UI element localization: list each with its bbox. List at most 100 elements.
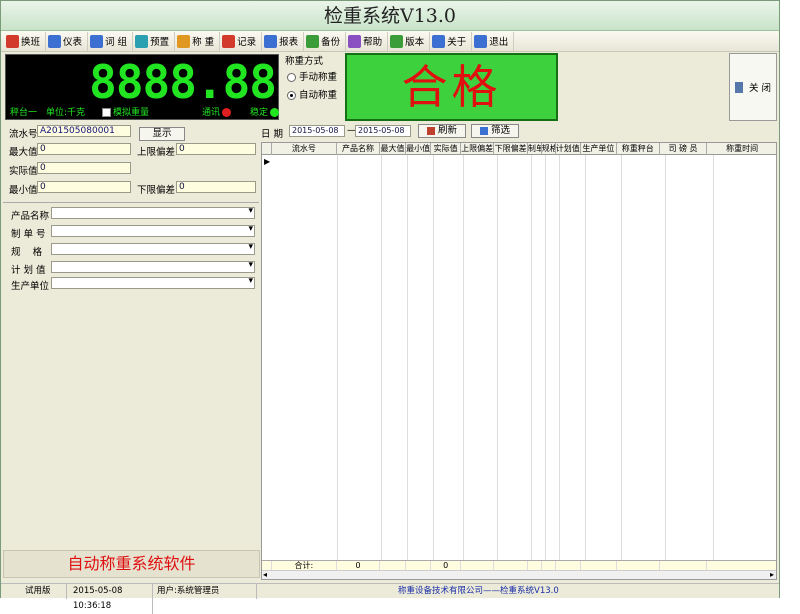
order-select[interactable] [51,224,255,237]
min-field[interactable]: 0 [37,181,131,193]
column-header[interactable]: 称重秤台 [617,143,660,155]
upper-dev-label: 上限偏差 [137,147,176,158]
column-header[interactable]: 产品名称 [337,143,381,155]
date-from-field[interactable]: 2015-05-08 [289,125,345,137]
plan-label: 计 划 值 [11,265,46,276]
date-label: 日 期 [261,129,284,140]
records-grid[interactable]: 流水号产品名称最大值最小值实际值上限偏差下限偏差制单号规格计划值生产单位称重秤台… [261,142,777,580]
about-icon [432,34,446,48]
plan-select[interactable] [51,260,255,273]
manual-weigh-radio[interactable]: 手动称重 [287,69,337,83]
column-header[interactable]: 最大值 [380,143,406,155]
toolbar-button-7[interactable]: 备份 [304,31,347,51]
toolbar-button-2[interactable]: 词 组 [88,31,134,51]
window-title: 检重系统V13.0 [1,1,779,31]
toolbar-button-4[interactable]: 称 重 [175,31,221,51]
show-button[interactable]: 显示 [139,127,185,141]
comm-indicator: 通讯 [202,107,232,120]
record-icon [222,34,236,48]
toolbar-button-5[interactable]: 记录 [220,31,263,51]
max-field[interactable]: 0 [37,143,131,155]
lower-dev-field[interactable]: 0 [176,181,256,193]
weight-value: 8888.88 [89,55,277,109]
toolbar-label: 仪表 [63,37,83,48]
toolbar-button-1[interactable]: 仪表 [46,31,89,51]
toolbar-button-3[interactable]: 预置 [133,31,176,51]
comm-led-icon [222,108,232,117]
stable-indicator: 稳定 [250,107,280,120]
actual-label: 实际值 [9,166,38,177]
toolbar-button-11[interactable]: 退出 [472,31,515,51]
toolbar-label: 帮助 [363,37,383,48]
actual-field[interactable]: 0 [37,162,131,174]
grid-column-line [381,155,382,560]
close-button[interactable]: 关 闭 [729,53,777,121]
refresh-label: 刷新 [437,125,457,136]
records-panel: 日 期 2015-05-08 — 2015-05-08 刷新 筛选 流水号 产品名… [261,122,779,582]
scroll-right-icon[interactable]: ▸ [770,570,774,579]
backup-icon [306,34,320,48]
auto-weigh-radio[interactable]: 自动称重 [287,87,337,101]
horizontal-scrollbar[interactable]: ◂ ▸ [262,570,776,579]
toolbar-label: 退出 [489,37,509,48]
column-header[interactable]: 下限偏差 [494,143,528,155]
refresh-icon [426,126,435,135]
spec-label: 规 格 [11,247,43,258]
weigh-mode-title: 称重方式 [285,56,324,67]
toolbar-button-6[interactable]: 报表 [262,31,305,51]
refresh-button[interactable]: 刷新 [418,124,466,138]
filter-button[interactable]: 筛选 [471,124,519,138]
toolbar-button-0[interactable]: 换班 [4,31,47,51]
column-header[interactable]: 规格 [542,143,556,155]
grid-column-line [665,155,666,560]
column-header[interactable]: 实际值 [431,143,461,155]
toolbar-label: 记录 [237,37,257,48]
column-header[interactable]: 计划值 [556,143,582,155]
simulate-checkbox[interactable]: 模拟重量 [102,107,149,120]
report-icon [264,34,278,48]
toolbar-label: 预置 [150,37,170,48]
toolbar-button-10[interactable]: 关于 [430,31,473,51]
version-icon [390,34,404,48]
platform-label: 秤台一 [10,108,38,118]
grid-header: 流水号产品名称最大值最小值实际值上限偏差下限偏差制单号规格计划值生产单位称重秤台… [262,143,776,155]
toolbar: 换班 仪表 词 组 预置 称 重 记录 报表 备份 帮助 版本 关于 退出 [1,31,779,52]
column-header[interactable]: 流水号 [272,143,337,155]
column-header[interactable]: 司 磅 员 [660,143,708,155]
upper-dev-field[interactable]: 0 [176,143,256,155]
manual-weigh-label: 手动称重 [299,72,338,83]
divider [3,202,259,203]
prod-unit-select[interactable] [51,276,255,289]
auto-weigh-label: 自动称重 [299,90,338,101]
grid-column-line [407,155,408,560]
grid-column-line [497,155,498,560]
product-select[interactable] [51,206,255,219]
serial-field[interactable]: A201505080001 [37,125,131,137]
product-label: 产品名称 [11,211,50,222]
toolbar-button-8[interactable]: 帮助 [346,31,389,51]
weigh-mode-group: 称重方式 手动称重 自动称重 [283,53,343,119]
edit-icon [90,34,104,48]
column-header[interactable]: 生产单位 [581,143,617,155]
help-icon [348,34,362,48]
status-company: 称重设备技术有限公司——检重系统V13.0 [398,586,559,596]
grid-row-header [262,143,272,155]
toolbar-label: 称 重 [192,37,215,48]
spec-select[interactable] [51,242,255,255]
date-to-field[interactable]: 2015-05-08 [355,125,411,137]
scroll-left-icon[interactable]: ◂ [263,570,267,579]
grid-column-line [531,155,532,560]
weigh-icon [177,34,191,48]
column-header[interactable]: 最小值 [406,143,432,155]
prod-unit-label: 生产单位 [11,281,50,292]
meter-icon [48,34,62,48]
column-header[interactable]: 称重时间 [707,143,776,155]
column-header[interactable]: 上限偏差 [461,143,495,155]
stable-label: 稳定 [250,108,269,118]
grid-column-line [713,155,714,560]
column-header[interactable]: 制单号 [528,143,542,155]
toolbar-label: 换班 [21,37,41,48]
max-label: 最大值 [9,147,38,158]
toolbar-button-9[interactable]: 版本 [388,31,431,51]
serial-label: 流水号 [9,129,38,140]
